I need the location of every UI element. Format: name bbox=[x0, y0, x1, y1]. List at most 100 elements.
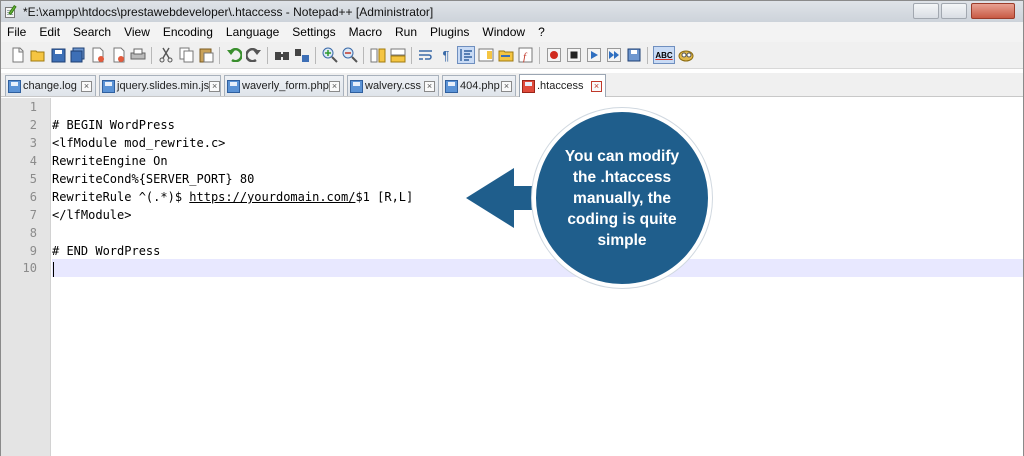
file-icon bbox=[8, 79, 21, 93]
notepadpp-window: *E:\xampp\htdocs\prestawebdeveloper\.hta… bbox=[0, 0, 1024, 456]
undo-icon[interactable] bbox=[225, 46, 243, 64]
line-number: 6 bbox=[29, 190, 37, 204]
paste-icon[interactable] bbox=[197, 46, 215, 64]
close-icon[interactable] bbox=[89, 46, 107, 64]
line-number: 3 bbox=[29, 136, 37, 150]
tab-404-php[interactable]: 404.php × bbox=[442, 75, 516, 96]
file-icon bbox=[445, 79, 458, 93]
callout-line: simple bbox=[597, 231, 647, 249]
word-wrap-icon[interactable] bbox=[417, 46, 435, 64]
callout-line: coding is quite bbox=[567, 210, 677, 228]
tab-jquery-slides[interactable]: jquery.slides.min.js × bbox=[99, 75, 221, 96]
show-all-characters-icon[interactable]: ¶ bbox=[437, 46, 455, 64]
sync-horizontal-icon[interactable] bbox=[389, 46, 407, 64]
find-icon[interactable] bbox=[273, 46, 291, 64]
tab-close-icon[interactable]: × bbox=[424, 80, 435, 92]
zoom-out-icon[interactable] bbox=[341, 46, 359, 64]
tab-walvery-css[interactable]: walvery.css × bbox=[347, 75, 439, 96]
tab-label: 404.php bbox=[460, 80, 500, 92]
tab-close-icon[interactable]: × bbox=[501, 80, 512, 92]
tab-label: jquery.slides.min.js bbox=[117, 80, 210, 92]
notepadpp-app-icon bbox=[4, 4, 18, 19]
spell-check-icon[interactable]: ABC bbox=[653, 46, 675, 64]
menu-edit[interactable]: Edit bbox=[39, 25, 60, 39]
line-number: 10 bbox=[22, 261, 37, 275]
code-text-segment: RewriteRule ^(.*)$ bbox=[52, 190, 190, 204]
close-window-button[interactable] bbox=[971, 3, 1015, 19]
title-bar[interactable]: *E:\xampp\htdocs\prestawebdeveloper\.hta… bbox=[1, 1, 1023, 22]
tab-change-log[interactable]: change.log × bbox=[5, 75, 96, 96]
indent-guide-icon[interactable] bbox=[457, 46, 475, 64]
file-icon bbox=[227, 79, 240, 93]
code-text-segment: $1 [R,L] bbox=[355, 190, 414, 204]
redo-icon[interactable] bbox=[245, 46, 263, 64]
menu-view[interactable]: View bbox=[124, 25, 150, 39]
maximize-button[interactable] bbox=[941, 3, 967, 19]
code-text: # END WordPress bbox=[52, 244, 161, 258]
document-tab-bar: change.log × jquery.slides.min.js × wave… bbox=[1, 73, 1023, 97]
callout-bubble: You can modify the .htaccess manually, t… bbox=[532, 108, 712, 288]
window-title: *E:\xampp\htdocs\prestawebdeveloper\.hta… bbox=[23, 4, 434, 19]
tab-close-icon[interactable]: × bbox=[81, 80, 92, 92]
zoom-in-icon[interactable] bbox=[321, 46, 339, 64]
cut-icon[interactable] bbox=[157, 46, 175, 64]
copy-icon[interactable] bbox=[177, 46, 195, 64]
menu-encoding[interactable]: Encoding bbox=[163, 25, 213, 39]
save-icon[interactable] bbox=[49, 46, 67, 64]
url-link[interactable]: https://yourdomain.com/ bbox=[189, 190, 355, 204]
tab-htaccess[interactable]: .htaccess × bbox=[519, 74, 606, 97]
record-macro-icon[interactable] bbox=[545, 46, 563, 64]
line-number: 8 bbox=[29, 226, 37, 240]
stop-recording-icon[interactable] bbox=[565, 46, 583, 64]
plugin-icon[interactable] bbox=[677, 46, 695, 64]
callout-annotation: You can modify the .htaccess manually, t… bbox=[466, 108, 718, 288]
unsaved-file-icon bbox=[522, 79, 535, 93]
sync-vertical-icon[interactable] bbox=[369, 46, 387, 64]
menu-settings[interactable]: Settings bbox=[292, 25, 335, 39]
open-file-icon[interactable] bbox=[29, 46, 47, 64]
code-text: RewriteRule ^(.*)$ https://yourdomain.co… bbox=[52, 188, 413, 206]
code-text: </lfModule> bbox=[52, 208, 132, 222]
callout-text: You can modify the .htaccess manually, t… bbox=[553, 146, 691, 251]
code-text: <lfModule mod_rewrite.c> bbox=[52, 136, 226, 150]
print-icon[interactable] bbox=[129, 46, 147, 64]
play-macro-icon[interactable] bbox=[585, 46, 603, 64]
new-file-icon[interactable] bbox=[9, 46, 27, 64]
folder-icon[interactable] bbox=[497, 46, 515, 64]
tab-label: walvery.css bbox=[365, 80, 422, 92]
tab-close-icon[interactable]: × bbox=[591, 80, 602, 92]
file-icon bbox=[102, 79, 115, 93]
callout-line: manually, the bbox=[573, 189, 671, 207]
tab-label: waverly_form.php bbox=[242, 80, 329, 92]
spell-check-label: ABC bbox=[655, 50, 673, 60]
menu-window[interactable]: Window bbox=[482, 25, 525, 39]
line-number: 7 bbox=[29, 208, 37, 222]
line-number: 1 bbox=[29, 100, 37, 114]
file-icon bbox=[350, 79, 363, 93]
tab-close-icon[interactable]: × bbox=[329, 80, 340, 92]
menu-bar: File Edit Search View Encoding Language … bbox=[1, 22, 1023, 42]
function-list-icon[interactable]: f bbox=[517, 46, 535, 64]
code-text: # BEGIN WordPress bbox=[52, 118, 175, 132]
run-macro-multiple-icon[interactable] bbox=[605, 46, 623, 64]
menu-language[interactable]: Language bbox=[226, 25, 279, 39]
menu-run[interactable]: Run bbox=[395, 25, 417, 39]
save-all-icon[interactable] bbox=[69, 46, 87, 64]
menu-search[interactable]: Search bbox=[73, 25, 111, 39]
menu-file[interactable]: File bbox=[7, 25, 26, 39]
save-macro-icon[interactable] bbox=[625, 46, 643, 64]
menu-macro[interactable]: Macro bbox=[349, 25, 382, 39]
close-all-icon[interactable] bbox=[109, 46, 127, 64]
menu-plugins[interactable]: Plugins bbox=[430, 25, 469, 39]
replace-icon[interactable] bbox=[293, 46, 311, 64]
callout-line: the .htaccess bbox=[572, 168, 672, 186]
line-number: 5 bbox=[29, 172, 37, 186]
minimize-button[interactable] bbox=[913, 3, 939, 19]
code-text: RewriteEngine On bbox=[52, 154, 168, 168]
tab-close-icon[interactable]: × bbox=[209, 80, 221, 92]
tab-waverly-form[interactable]: waverly_form.php × bbox=[224, 75, 344, 96]
menu-help[interactable]: ? bbox=[538, 25, 545, 39]
callout-line: You can modify bbox=[564, 147, 680, 165]
toolbar: ¶ f ABC bbox=[1, 42, 1023, 69]
document-map-icon[interactable] bbox=[477, 46, 495, 64]
